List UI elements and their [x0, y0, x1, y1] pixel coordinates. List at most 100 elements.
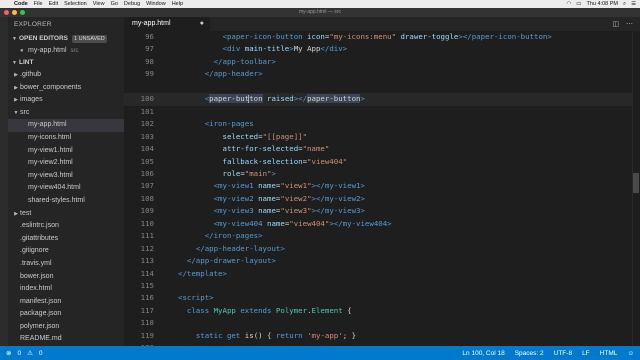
tree-file[interactable]: my-view404.html [8, 182, 124, 195]
tree-file[interactable]: my-app.html [8, 119, 124, 132]
code-line[interactable]: 115 [124, 280, 632, 292]
code-line[interactable] [124, 81, 632, 93]
code-line[interactable]: 116 <script> [124, 292, 632, 304]
encoding[interactable]: UTF-8 [554, 350, 572, 357]
tree-folder[interactable]: ▶ .github [8, 69, 124, 82]
zoom-window-button[interactable] [20, 10, 25, 15]
split-editor-icon[interactable]: ◫ [612, 20, 619, 28]
code-token: > [360, 94, 365, 104]
tree-file[interactable]: manifest.json [8, 296, 124, 309]
code-text: <my-view2 name="view2"></my-view2> [178, 193, 365, 205]
language-mode[interactable]: HTML [600, 350, 618, 357]
tree-file[interactable]: package.json [8, 308, 124, 321]
errors-count[interactable]: 0 [17, 350, 21, 357]
errors-icon[interactable]: ⊗ [6, 349, 11, 357]
menu-edit[interactable]: Edit [49, 0, 58, 8]
code-line[interactable]: 98 </app-toolbar> [124, 56, 632, 68]
code-line[interactable]: 101 [124, 106, 632, 118]
tree-file[interactable]: shared-styles.html [8, 195, 124, 208]
warnings-icon[interactable]: ⚠ [27, 349, 33, 357]
code-line[interactable]: 117 class MyApp extends Polymer.Element … [124, 305, 632, 317]
tree-file[interactable]: polymer.json [8, 321, 124, 334]
tree-folder[interactable]: ▶ bower_components [8, 82, 124, 95]
project-section[interactable]: ▼ LINT [8, 57, 124, 69]
close-window-button[interactable] [4, 10, 9, 15]
menu-window[interactable]: Window [146, 0, 166, 8]
status-right: Ln 100, Col 18 Spaces: 2 UTF-8 LF HTML ☺ [452, 350, 634, 357]
tree-file[interactable]: my-view2.html [8, 157, 124, 170]
tree-folder[interactable]: ▼ src [8, 107, 124, 120]
code-token: ></my-view2> [311, 193, 365, 203]
tree-item-label: .github [20, 71, 42, 78]
warnings-count[interactable]: 0 [39, 350, 43, 357]
window-title: my-app.html — src [299, 9, 341, 15]
code-text: <paper-button raised></paper-button> [178, 93, 365, 105]
unsaved-dot-icon[interactable]: ● [200, 17, 204, 31]
code-line[interactable]: 104 attr-for-selected="name" [124, 143, 632, 155]
code-token: "my-icons:menu" [329, 32, 397, 41]
open-editor-item[interactable]: ● my-app.html src [8, 45, 124, 57]
tree-file[interactable]: my-icons.html [8, 132, 124, 145]
tree-file[interactable]: .gitignore [8, 245, 124, 258]
tree-folder[interactable]: ▶ test [8, 208, 124, 221]
menu-file[interactable]: File [34, 0, 43, 8]
code-line[interactable]: 119 static get is() { return 'my-app'; } [124, 330, 632, 342]
menu-help[interactable]: Help [172, 0, 183, 8]
scrollbar-thumb[interactable] [633, 173, 639, 193]
menu-list-icon[interactable]: ☰ [631, 0, 636, 8]
code-text: <my-view3 name="view3"></my-view3> [178, 205, 365, 217]
more-actions-icon[interactable]: ⋯ [626, 20, 633, 28]
menu-go[interactable]: Go [111, 0, 118, 8]
minimize-window-button[interactable] [12, 10, 17, 15]
code-line[interactable]: 109 <my-view3 name="view3"></my-view3> [124, 205, 632, 217]
code-line[interactable]: 105 fallback-selection="view404" [124, 156, 632, 168]
line-ending[interactable]: LF [582, 350, 590, 357]
menu-debug[interactable]: Debug [124, 0, 140, 8]
code-line[interactable]: 106 role="main"> [124, 168, 632, 180]
indentation[interactable]: Spaces: 2 [515, 350, 544, 357]
battery-icon[interactable]: ▭ [576, 0, 581, 8]
code-editor[interactable]: 96 <paper-icon-button icon="my-icons:men… [124, 31, 640, 346]
open-editors-section[interactable]: ▼ OPEN EDITORS 1 UNSAVED [8, 33, 124, 45]
menu-code[interactable]: Code [14, 0, 28, 8]
tab-my-app-html[interactable]: my-app.html ● [124, 17, 210, 31]
menu-selection[interactable]: Selection [64, 0, 87, 8]
activity-bar [0, 17, 8, 346]
code-line[interactable]: 102 <iron-pages [124, 118, 632, 130]
unsaved-dot-icon[interactable]: ● [20, 45, 28, 57]
code-line[interactable]: 111 </iron-pages> [124, 230, 632, 242]
code-line[interactable]: 107 <my-view1 name="view1"></my-view1> [124, 180, 632, 192]
smiley-icon[interactable]: ☺ [627, 350, 634, 357]
code-line[interactable]: 113 </app-drawer-layout> [124, 255, 632, 267]
code-line[interactable]: 100 <paper-button raised></paper-button> [124, 93, 632, 106]
tree-folder[interactable]: ▶ images [8, 94, 124, 107]
tree-file[interactable]: my-view3.html [8, 170, 124, 183]
code-line[interactable]: 99 </app-header> [124, 68, 632, 80]
code-token: "[[page]]" [262, 131, 308, 141]
code-line[interactable]: 96 <paper-icon-button icon="my-icons:men… [124, 31, 632, 43]
code-text: <paper-icon-button icon="my-icons:menu" … [178, 31, 552, 43]
code-text: </iron-pages> [178, 230, 263, 242]
wifi-icon[interactable]: ◠ [566, 0, 571, 8]
tree-file[interactable]: .travis.yml [8, 258, 124, 271]
tree-file[interactable]: my-view1.html [8, 145, 124, 158]
code-line[interactable]: 97 <div main-title>My App</div> [124, 43, 632, 55]
code-line[interactable]: 118 [124, 317, 632, 329]
cursor-position[interactable]: Ln 100, Col 18 [462, 350, 504, 357]
line-number: 118 [140, 318, 154, 328]
tree-file[interactable]: README.md [8, 333, 124, 346]
tree-file[interactable]: index.html [8, 283, 124, 296]
code-line[interactable]: 103 selected="[[page]]" [124, 131, 632, 143]
search-icon[interactable]: ⌕ [623, 0, 626, 8]
code-line[interactable]: 114 </template> [124, 268, 632, 280]
tree-file[interactable]: .gitattributes [8, 233, 124, 246]
code-line[interactable]: 110 <my-view404 name="view404"></my-view… [124, 218, 632, 230]
code-line[interactable]: 108 <my-view2 name="view2"></my-view2> [124, 193, 632, 205]
clock[interactable]: Thu 4:08 PM [586, 0, 618, 8]
editor-scrollbar[interactable] [632, 31, 640, 346]
tree-file[interactable]: .eslintrc.json [8, 220, 124, 233]
tree-item-label: my-view404.html [28, 184, 81, 192]
code-line[interactable]: 112 </app-header-layout> [124, 243, 632, 255]
tree-file[interactable]: bower.json [8, 271, 124, 284]
menu-view[interactable]: View [93, 0, 105, 8]
